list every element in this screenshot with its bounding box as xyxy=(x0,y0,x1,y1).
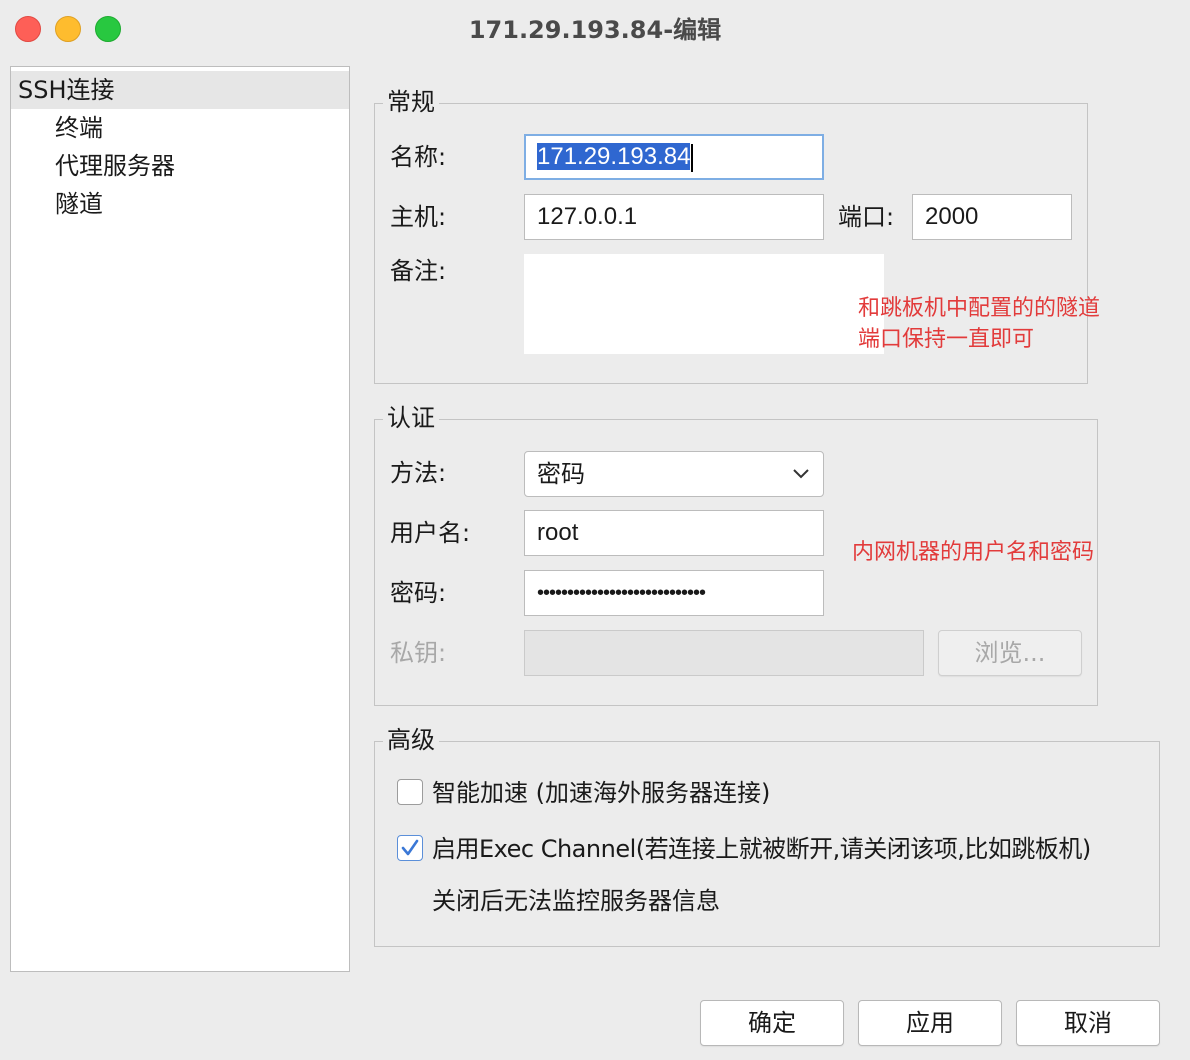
window-title: 171.29.193.84-编辑 xyxy=(468,16,722,44)
general-legend: 常规 xyxy=(383,87,439,117)
tree-item-tunnel[interactable]: 隧道 xyxy=(11,185,349,223)
password-input[interactable]: •••••••••••••••••••••••••••• xyxy=(524,570,824,616)
title-bar: 171.29.193.84-编辑 xyxy=(0,0,1190,56)
memo-label: 备注: xyxy=(390,257,447,285)
chevron-down-icon xyxy=(791,452,811,510)
username-label: 用户名: xyxy=(390,519,471,547)
tree-item-proxy[interactable]: 代理服务器 xyxy=(11,147,349,185)
password-label: 密码: xyxy=(390,579,447,607)
name-label: 名称: xyxy=(390,143,447,171)
smart-accel-checkbox[interactable] xyxy=(397,779,423,805)
checkmark-icon xyxy=(401,839,419,856)
tree-item-ssh[interactable]: SSH连接 xyxy=(11,71,349,109)
browse-button[interactable]: 浏览... xyxy=(938,630,1082,676)
text-caret xyxy=(691,143,694,172)
memo-textarea[interactable] xyxy=(524,254,884,354)
method-select[interactable]: 密码 xyxy=(524,451,824,497)
method-select-value: 密码 xyxy=(537,460,585,488)
port-input[interactable]: 2000 xyxy=(912,194,1072,240)
private-key-input[interactable] xyxy=(524,630,924,676)
username-input[interactable]: root xyxy=(524,510,824,556)
tunnel-port-note-line2: 端口保持一直即可 xyxy=(858,327,1035,352)
tunnel-port-note-line1: 和跳板机中配置的的隧道 xyxy=(858,296,1101,321)
ok-button[interactable]: 确定 xyxy=(700,1000,844,1046)
name-input-value: 171.29.193.84 xyxy=(537,143,691,170)
tree-item-terminal[interactable]: 终端 xyxy=(11,109,349,147)
credentials-note: 内网机器的用户名和密码 xyxy=(852,540,1095,565)
exec-channel-label[interactable]: 启用Exec Channel(若连接上就被断开,请关闭该项,比如跳板机) xyxy=(432,834,1091,864)
method-label: 方法: xyxy=(390,459,447,487)
exec-channel-hint: 关闭后无法监控服务器信息 xyxy=(432,887,720,915)
host-input[interactable]: 127.0.0.1 xyxy=(524,194,824,240)
host-label: 主机: xyxy=(390,203,447,231)
settings-tree: SSH连接 终端 代理服务器 隧道 xyxy=(10,66,350,972)
port-label: 端口: xyxy=(838,203,895,231)
apply-button[interactable]: 应用 xyxy=(858,1000,1002,1046)
private-key-label: 私钥: xyxy=(390,639,447,667)
smart-accel-label[interactable]: 智能加速 (加速海外服务器连接) xyxy=(432,778,770,808)
exec-channel-checkbox[interactable] xyxy=(397,835,423,861)
auth-legend: 认证 xyxy=(383,403,439,433)
advanced-legend: 高级 xyxy=(383,725,439,755)
name-input[interactable]: 171.29.193.84 xyxy=(524,134,824,180)
cancel-button[interactable]: 取消 xyxy=(1016,1000,1160,1046)
